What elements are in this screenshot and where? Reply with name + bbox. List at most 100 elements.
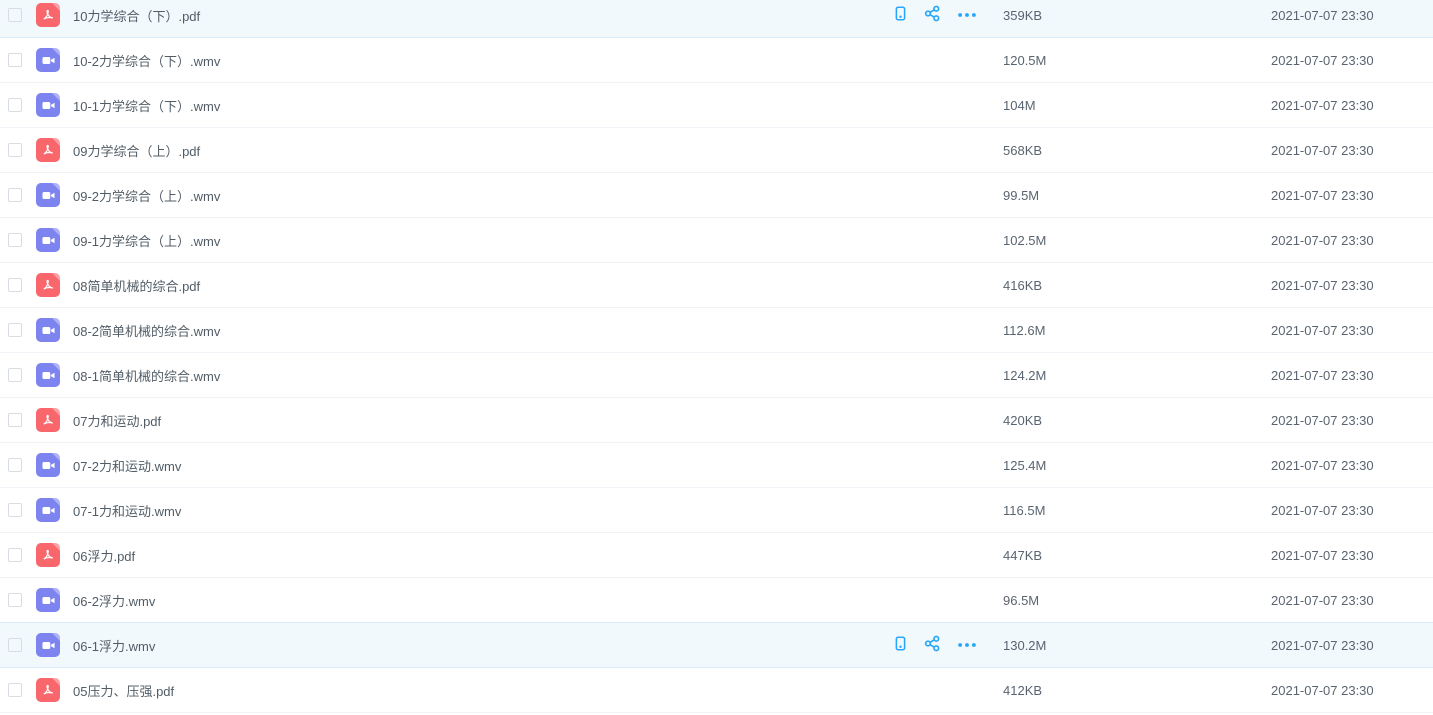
pdf-file-icon — [36, 678, 60, 702]
video-file-icon — [36, 318, 60, 342]
file-date: 2021-07-07 23:30 — [1271, 188, 1374, 203]
row-actions — [892, 0, 978, 37]
file-name[interactable]: 06浮力.pdf — [73, 546, 135, 565]
phone-icon — [892, 635, 909, 655]
send-to-phone-button[interactable] — [892, 5, 909, 25]
row-checkbox[interactable] — [8, 143, 22, 157]
file-name[interactable]: 07-1力和运动.wmv — [73, 501, 181, 520]
file-size: 112.6M — [1003, 323, 1045, 338]
file-date: 2021-07-07 23:30 — [1271, 683, 1374, 698]
row-checkbox[interactable] — [8, 278, 22, 292]
more-actions-button[interactable] — [956, 8, 978, 23]
table-row[interactable]: 08-1简单机械的综合.wmv — [0, 353, 1433, 398]
file-size: 124.2M — [1003, 368, 1046, 383]
table-row[interactable]: 09力学综合（上）.pdf — [0, 128, 1433, 173]
file-name[interactable]: 07-2力和运动.wmv — [73, 456, 181, 475]
file-size: 420KB — [1003, 413, 1042, 428]
video-file-icon — [36, 228, 60, 252]
file-size: 120.5M — [1003, 53, 1046, 68]
share-button[interactable] — [923, 4, 942, 26]
row-checkbox[interactable] — [8, 98, 22, 112]
file-size: 102.5M — [1003, 233, 1046, 248]
video-file-icon — [36, 453, 60, 477]
file-date: 2021-07-07 23:30 — [1271, 593, 1374, 608]
row-checkbox[interactable] — [8, 593, 22, 607]
file-name[interactable]: 08简单机械的综合.pdf — [73, 276, 200, 295]
share-button[interactable] — [923, 634, 942, 656]
table-row[interactable]: 10-1力学综合（下）.wmv — [0, 83, 1433, 128]
row-checkbox[interactable] — [8, 548, 22, 562]
table-row[interactable]: 06-1浮力.wmv — [0, 623, 1433, 668]
row-checkbox[interactable] — [8, 413, 22, 427]
file-name[interactable]: 08-1简单机械的综合.wmv — [73, 366, 220, 385]
row-checkbox[interactable] — [8, 368, 22, 382]
row-checkbox[interactable] — [8, 503, 22, 517]
row-checkbox[interactable] — [8, 188, 22, 202]
file-name[interactable]: 08-2简单机械的综合.wmv — [73, 321, 220, 340]
table-row[interactable]: 10-2力学综合（下）.wmv — [0, 38, 1433, 83]
send-to-phone-button[interactable] — [892, 635, 909, 655]
table-row[interactable]: 06-2浮力.wmv — [0, 578, 1433, 623]
file-name[interactable]: 06-1浮力.wmv — [73, 636, 155, 655]
more-dots-icon — [956, 638, 978, 653]
file-list: 10力学综合（下）.pdf — [0, 0, 1433, 713]
table-row[interactable]: 10力学综合（下）.pdf — [0, 0, 1433, 38]
file-name[interactable]: 05压力、压强.pdf — [73, 681, 174, 700]
row-checkbox[interactable] — [8, 683, 22, 697]
file-date: 2021-07-07 23:30 — [1271, 503, 1374, 518]
file-size: 568KB — [1003, 143, 1042, 158]
file-name[interactable]: 07力和运动.pdf — [73, 411, 161, 430]
pdf-file-icon — [36, 138, 60, 162]
file-name[interactable]: 06-2浮力.wmv — [73, 591, 155, 610]
row-checkbox[interactable] — [8, 638, 22, 652]
video-file-icon — [36, 633, 60, 657]
table-row[interactable]: 07力和运动.pdf — [0, 398, 1433, 443]
file-date: 2021-07-07 23:30 — [1271, 413, 1374, 428]
table-row[interactable]: 09-2力学综合（上）.wmv — [0, 173, 1433, 218]
file-size: 447KB — [1003, 548, 1042, 563]
file-size: 99.5M — [1003, 188, 1039, 203]
pdf-file-icon — [36, 408, 60, 432]
table-row[interactable]: 06浮力.pdf — [0, 533, 1433, 578]
table-row[interactable]: 05压力、压强.pdf — [0, 668, 1433, 713]
file-size: 412KB — [1003, 683, 1042, 698]
pdf-file-icon — [36, 273, 60, 297]
file-size: 130.2M — [1003, 638, 1046, 653]
video-file-icon — [36, 93, 60, 117]
file-name[interactable]: 09力学综合（上）.pdf — [73, 141, 200, 160]
table-row[interactable]: 09-1力学综合（上）.wmv — [0, 218, 1433, 263]
row-checkbox[interactable] — [8, 323, 22, 337]
more-dots-icon — [956, 8, 978, 23]
table-row[interactable]: 07-1力和运动.wmv — [0, 488, 1433, 533]
file-name[interactable]: 09-2力学综合（上）.wmv — [73, 186, 220, 205]
file-name[interactable]: 10力学综合（下）.pdf — [73, 6, 200, 25]
row-checkbox[interactable] — [8, 233, 22, 247]
pdf-file-icon — [36, 543, 60, 567]
file-size: 116.5M — [1003, 503, 1045, 518]
file-size: 416KB — [1003, 278, 1042, 293]
row-checkbox[interactable] — [8, 8, 22, 22]
file-date: 2021-07-07 23:30 — [1271, 368, 1374, 383]
file-name[interactable]: 10-2力学综合（下）.wmv — [73, 51, 220, 70]
pdf-file-icon — [36, 3, 60, 27]
share-icon — [923, 4, 942, 26]
file-name[interactable]: 10-1力学综合（下）.wmv — [73, 96, 220, 115]
file-date: 2021-07-07 23:30 — [1271, 638, 1374, 653]
file-date: 2021-07-07 23:30 — [1271, 8, 1374, 23]
file-size: 104M — [1003, 98, 1036, 113]
phone-icon — [892, 5, 909, 25]
file-size: 125.4M — [1003, 458, 1046, 473]
table-row[interactable]: 08简单机械的综合.pdf — [0, 263, 1433, 308]
file-date: 2021-07-07 23:30 — [1271, 233, 1374, 248]
more-actions-button[interactable] — [956, 638, 978, 653]
video-file-icon — [36, 498, 60, 522]
share-icon — [923, 634, 942, 656]
row-checkbox[interactable] — [8, 53, 22, 67]
file-name[interactable]: 09-1力学综合（上）.wmv — [73, 231, 220, 250]
table-row[interactable]: 07-2力和运动.wmv — [0, 443, 1433, 488]
video-file-icon — [36, 588, 60, 612]
table-row[interactable]: 08-2简单机械的综合.wmv — [0, 308, 1433, 353]
file-date: 2021-07-07 23:30 — [1271, 278, 1374, 293]
row-checkbox[interactable] — [8, 458, 22, 472]
file-date: 2021-07-07 23:30 — [1271, 548, 1374, 563]
